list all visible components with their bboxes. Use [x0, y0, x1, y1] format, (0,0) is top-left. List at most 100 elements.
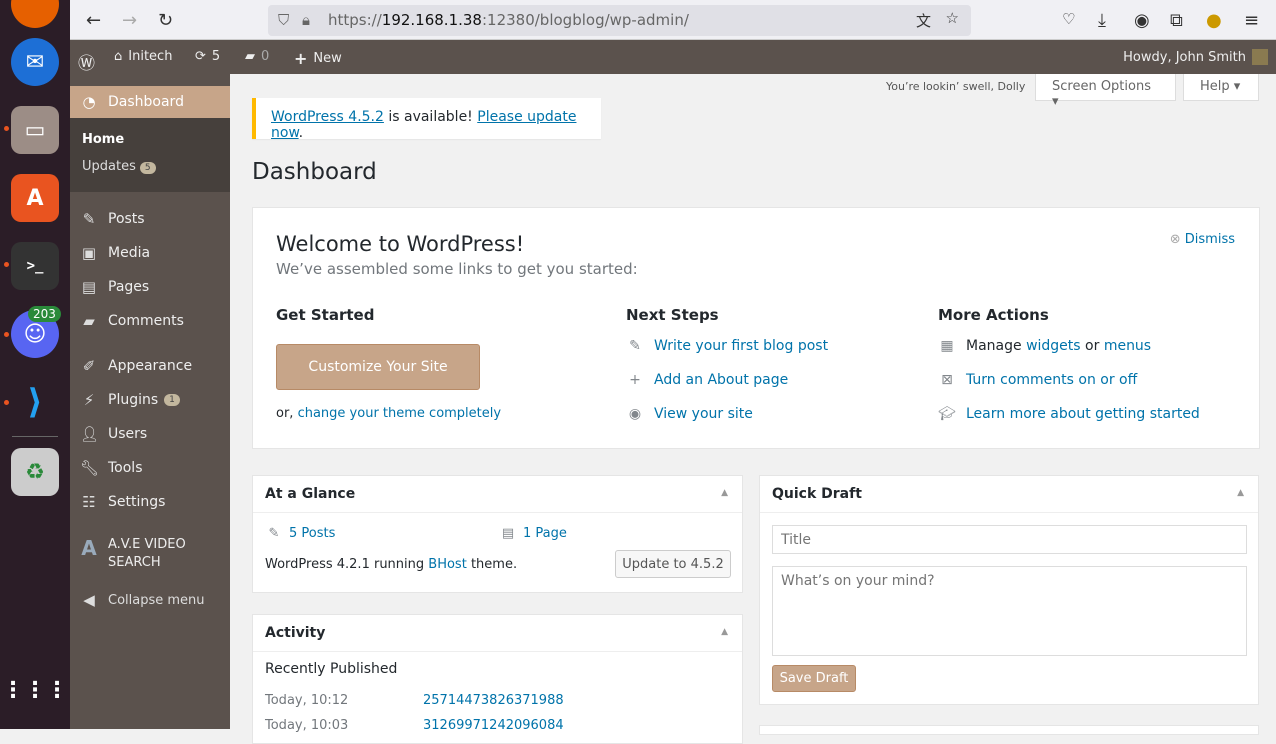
app-center-icon[interactable]: A — [11, 174, 59, 222]
trash-icon[interactable]: ♻ — [11, 448, 59, 496]
change-theme-link[interactable]: change your theme completely — [298, 406, 502, 421]
sidebar-item-label: Comments — [108, 313, 184, 329]
customize-site-button[interactable]: Customize Your Site — [276, 344, 480, 390]
pages-link[interactable]: 1 Page — [523, 526, 567, 541]
draft-title-input[interactable] — [772, 525, 1247, 554]
help-button[interactable]: Help ▾ — [1183, 74, 1259, 101]
url-bar[interactable]: ⛉ 🔒︎ https://192.168.1.38:12380/blogblog… — [268, 5, 971, 36]
write-post-item[interactable]: ✎ Write your first blog post — [626, 338, 828, 354]
at-a-glance-widget: At a Glance ▲ ✎ 5 Posts ▤ 1 Page WordPress … — [252, 475, 743, 593]
welcome-panel: Welcome to WordPress! We’ve assembled so… — [252, 207, 1260, 449]
write-post-link[interactable]: Write your first blog post — [654, 338, 828, 354]
learn-more-link[interactable]: Learn more about getting started — [966, 406, 1200, 422]
toggle-arrow-icon[interactable]: ▲ — [721, 627, 728, 637]
sidebar-sub-updates[interactable]: Updates 5 — [82, 159, 156, 174]
back-icon[interactable]: ← — [86, 10, 101, 31]
sidebar-item-appearance[interactable]: ✐ Appearance — [70, 349, 230, 383]
lock-icon: 🔒︎ — [302, 11, 310, 29]
sidebar-item-tools[interactable]: 🔧︎ Tools — [70, 451, 230, 485]
wordpress-logo-icon[interactable]: Ⓦ — [78, 49, 95, 74]
extension-icon[interactable]: ● — [1206, 10, 1222, 31]
pages-icon: ▤ — [501, 526, 515, 541]
browser-toolbar: ← → ↻ ⛉ 🔒︎ https://192.168.1.38:12380/bl… — [70, 0, 1276, 40]
widget-header[interactable]: Quick Draft ▲ — [760, 476, 1258, 513]
terminal-icon[interactable]: >_ — [11, 242, 59, 290]
reload-icon[interactable]: ↻ — [158, 10, 173, 31]
toggle-arrow-icon[interactable]: ▲ — [721, 488, 728, 498]
site-link[interactable]: ⌂ Initech — [114, 49, 172, 64]
plugin-icon: ⚡ — [83, 391, 95, 409]
collapse-icon: ◀ — [83, 591, 95, 609]
sidebar-item-label: Dashboard — [108, 94, 184, 110]
version-link[interactable]: WordPress 4.5.2 — [271, 109, 384, 125]
view-site-item[interactable]: ◉ View your site — [626, 406, 753, 422]
save-draft-button[interactable]: Save Draft — [772, 665, 856, 692]
collapse-menu-button[interactable]: ◀ Collapse menu — [70, 583, 230, 617]
vscode-icon[interactable]: ⟩ — [11, 378, 59, 426]
pages-icon: ▤ — [81, 278, 97, 296]
page-title: Dashboard — [252, 159, 377, 185]
dismiss-link[interactable]: ⊗ Dismiss — [1170, 232, 1235, 247]
firefox-icon[interactable] — [11, 0, 59, 28]
sidebar-item-plugins[interactable]: ⚡ Plugins 1 — [70, 383, 230, 417]
sidebar-item-posts[interactable]: ✎ Posts — [70, 202, 230, 236]
sidebar-item-dashboard[interactable]: ◔ Dashboard — [70, 86, 230, 118]
account-icon[interactable]: ◉ — [1134, 10, 1150, 31]
widget-box — [759, 725, 1259, 735]
updates-link[interactable]: ⟳ 5 — [195, 49, 220, 64]
view-site-link[interactable]: View your site — [654, 406, 753, 422]
extensions-icon[interactable]: ⧉ — [1170, 10, 1183, 31]
sidebar-item-ave-video-search[interactable]: A A.V.E VIDEO SEARCH — [70, 536, 230, 576]
bookmark-star-icon[interactable]: ☆ — [946, 9, 959, 27]
activity-post-link[interactable]: 25714473826371988 — [423, 693, 564, 708]
sidebar-item-users[interactable]: 👤︎ Users — [70, 417, 230, 451]
sidebar-item-pages[interactable]: ▤ Pages — [70, 270, 230, 304]
sidebar-item-label: Plugins — [108, 392, 159, 408]
home-icon: ⌂ — [114, 49, 123, 64]
pocket-icon[interactable]: ♡ — [1062, 10, 1075, 28]
posts-link[interactable]: 5 Posts — [289, 526, 335, 541]
update-wordpress-button[interactable]: Update to 4.5.2 — [615, 550, 731, 578]
activity-post-link[interactable]: 31269971242096084 — [423, 718, 564, 733]
recently-published-heading: Recently Published — [265, 661, 398, 677]
sidebar-item-media[interactable]: ▣ Media — [70, 236, 230, 270]
theme-link[interactable]: BHost — [428, 557, 467, 572]
widgets-link[interactable]: widgets — [1026, 338, 1081, 354]
translate-icon[interactable]: 文 — [916, 10, 931, 31]
add-about-link[interactable]: Add an About page — [654, 372, 788, 388]
add-about-item[interactable]: + Add an About page — [626, 372, 788, 388]
posts-count[interactable]: ✎ 5 Posts — [265, 526, 336, 541]
shield-icon: ⛉ — [278, 11, 290, 29]
widget-header[interactable]: At a Glance ▲ — [253, 476, 742, 513]
comments-toggle-link[interactable]: Turn comments on or off — [966, 372, 1137, 388]
files-icon[interactable]: ▭ — [11, 106, 59, 154]
sidebar-sub-home[interactable]: Home — [82, 132, 124, 147]
settings-icon: ☷ — [82, 493, 96, 511]
sidebar-item-settings[interactable]: ☷ Settings — [70, 485, 230, 519]
comments-toggle-item[interactable]: ⊠ Turn comments on or off — [938, 372, 1137, 388]
draft-content-textarea[interactable] — [772, 566, 1247, 656]
edit-icon: ✎ — [629, 338, 641, 354]
account-menu[interactable]: Howdy, John Smith — [1123, 49, 1268, 65]
screen-options-label: Screen Options — [1052, 79, 1151, 94]
comments-link[interactable]: ▰ 0 — [245, 49, 269, 64]
menu-icon[interactable]: ≡ — [1244, 10, 1259, 31]
show-apps-icon[interactable]: ⋮⋮⋮ — [2, 666, 68, 714]
notice-end: . — [298, 125, 304, 141]
downloads-icon[interactable]: ⤓ — [1098, 10, 1106, 31]
theme-text: theme. — [466, 557, 518, 572]
sidebar-item-label: Media — [108, 245, 151, 261]
learn-more-item[interactable]: 🎓︎ Learn more about getting started — [938, 406, 1200, 422]
avatar — [1252, 49, 1268, 65]
toggle-arrow-icon[interactable]: ▲ — [1237, 488, 1244, 498]
thunderbird-icon[interactable]: ✉ — [11, 38, 59, 86]
widget-header[interactable]: Activity ▲ — [253, 615, 742, 652]
menus-link[interactable]: menus — [1104, 338, 1151, 354]
new-link[interactable]: + New — [294, 49, 342, 68]
sidebar-item-label: Users — [108, 426, 148, 442]
forward-icon[interactable]: → — [122, 10, 137, 31]
manage-text: Manage — [966, 338, 1027, 354]
screen-options-button[interactable]: Screen Options ▾ — [1035, 74, 1176, 109]
sidebar-item-comments[interactable]: ▰ Comments — [70, 304, 230, 338]
pages-count[interactable]: ▤ 1 Page — [499, 526, 567, 541]
